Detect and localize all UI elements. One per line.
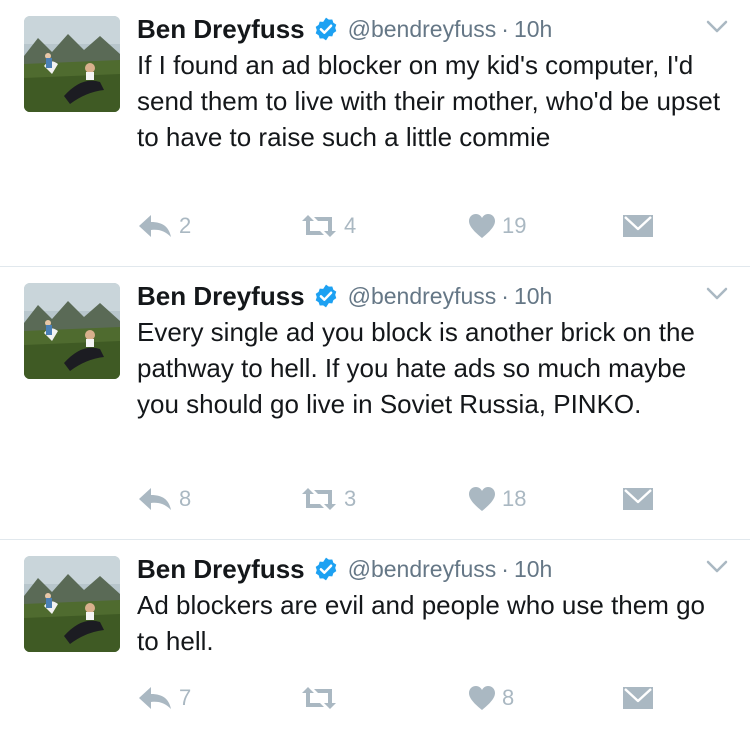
author-name[interactable]: Ben Dreyfuss xyxy=(137,554,305,585)
like-count: 18 xyxy=(502,486,527,511)
envelope-icon xyxy=(623,215,653,237)
envelope-icon xyxy=(623,687,653,709)
retweet-icon xyxy=(302,215,336,237)
verified-badge-icon xyxy=(313,556,339,582)
direct-message-button[interactable] xyxy=(622,685,654,711)
retweet-count: 4 xyxy=(344,213,357,238)
reply-button[interactable]: 8 xyxy=(137,486,191,512)
like-count: 19 xyxy=(502,213,527,238)
avatar[interactable] xyxy=(24,556,120,652)
direct-message-button[interactable] xyxy=(622,213,654,239)
avatar[interactable] xyxy=(24,283,120,379)
tweet[interactable]: Ben Dreyfuss @bendreyfuss · 10h Ad block… xyxy=(0,540,750,739)
avatar-photo xyxy=(24,283,120,379)
chevron-down-icon[interactable] xyxy=(706,560,728,574)
timestamp[interactable]: 10h xyxy=(514,283,552,310)
author-name[interactable]: Ben Dreyfuss xyxy=(137,14,305,45)
like-button[interactable]: 18 xyxy=(468,486,526,512)
tweet[interactable]: Ben Dreyfuss @bendreyfuss · 10h Every si… xyxy=(0,267,750,540)
reply-button[interactable]: 7 xyxy=(137,685,191,711)
timestamp[interactable]: 10h xyxy=(514,16,552,43)
reply-count: 2 xyxy=(179,213,192,238)
like-button[interactable]: 19 xyxy=(468,213,526,239)
verified-badge-icon xyxy=(313,283,339,309)
author-name[interactable]: Ben Dreyfuss xyxy=(137,281,305,312)
retweet-button[interactable]: 4 xyxy=(300,213,356,239)
meta-separator: · xyxy=(501,15,509,42)
avatar-photo xyxy=(24,16,120,112)
reply-count: 7 xyxy=(179,685,192,710)
reply-count: 8 xyxy=(179,486,192,511)
like-button[interactable]: 8 xyxy=(468,685,514,711)
retweet-icon xyxy=(302,488,336,510)
timestamp[interactable]: 10h xyxy=(514,556,552,583)
meta-separator: · xyxy=(501,282,509,309)
chevron-down-icon[interactable] xyxy=(706,20,728,34)
like-count: 8 xyxy=(502,685,515,710)
avatar-photo xyxy=(24,556,120,652)
retweet-button[interactable] xyxy=(300,685,344,711)
meta-separator: · xyxy=(501,555,509,582)
retweet-count: 3 xyxy=(344,486,357,511)
tweet-timeline: Ben Dreyfuss @bendreyfuss · 10h If I fou… xyxy=(0,0,750,739)
heart-icon xyxy=(469,214,495,238)
tweet-actions: 2 4 19 xyxy=(137,213,728,247)
tweet-text: If I found an ad blocker on my kid's com… xyxy=(137,50,721,152)
tweet[interactable]: Ben Dreyfuss @bendreyfuss · 10h If I fou… xyxy=(0,0,750,267)
author-handle[interactable]: @bendreyfuss xyxy=(348,556,497,583)
tweet-actions: 7 8 xyxy=(137,685,728,719)
tweet-text: Ad blockers are evil and people who use … xyxy=(137,590,706,656)
heart-icon xyxy=(469,686,495,710)
tweet-text: Every single ad you block is another bri… xyxy=(137,317,695,419)
reply-button[interactable]: 2 xyxy=(137,213,191,239)
verified-badge-icon xyxy=(313,16,339,42)
heart-icon xyxy=(469,487,495,511)
reply-icon xyxy=(139,488,171,510)
retweet-icon xyxy=(302,687,336,709)
chevron-down-icon[interactable] xyxy=(706,287,728,301)
reply-icon xyxy=(139,687,171,709)
author-handle[interactable]: @bendreyfuss xyxy=(348,16,497,43)
retweet-button[interactable]: 3 xyxy=(300,486,356,512)
direct-message-button[interactable] xyxy=(622,486,654,512)
envelope-icon xyxy=(623,488,653,510)
reply-icon xyxy=(139,215,171,237)
avatar[interactable] xyxy=(24,16,120,112)
author-handle[interactable]: @bendreyfuss xyxy=(348,283,497,310)
tweet-actions: 8 3 18 xyxy=(137,486,728,520)
